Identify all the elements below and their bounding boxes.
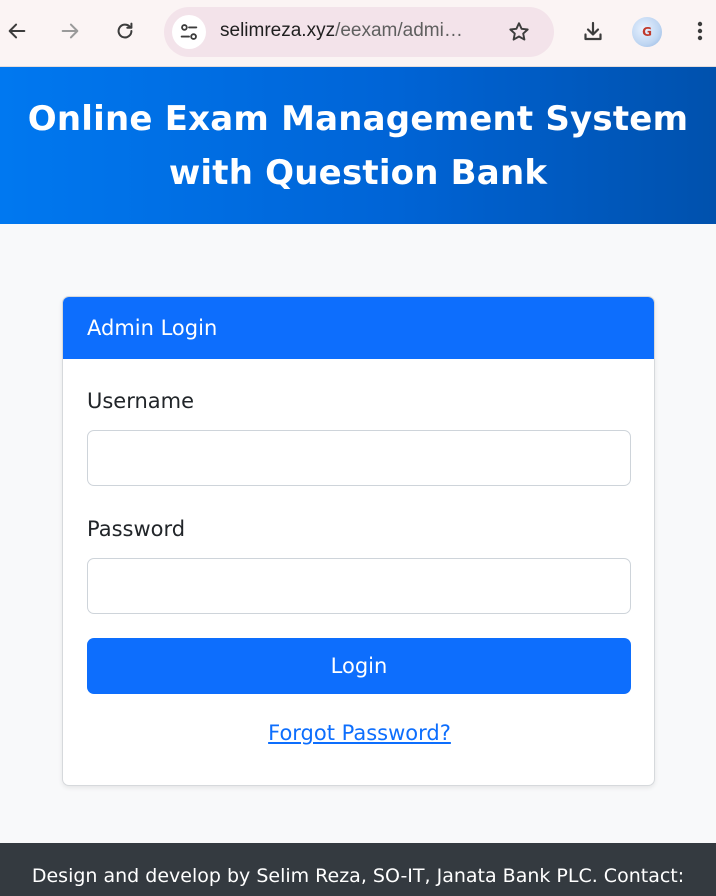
arrow-right-icon — [61, 23, 79, 39]
menu-button[interactable] — [684, 14, 716, 48]
address-bar[interactable]: selimreza.xyz/eexam/admi… — [164, 7, 554, 57]
bookmark-button[interactable] — [502, 15, 536, 49]
forward-button[interactable] — [53, 14, 87, 48]
username-input[interactable] — [87, 430, 631, 486]
url-host: selimreza.xyz — [220, 20, 336, 41]
extension-icon[interactable]: G — [632, 17, 662, 47]
download-button[interactable] — [576, 14, 610, 48]
page-title: Online Exam Management System with Quest… — [27, 98, 689, 193]
page-footer: Design and develop by Selim Reza, SO-IT,… — [0, 843, 716, 896]
card-header: Admin Login — [63, 297, 654, 359]
url-text[interactable]: selimreza.xyz/eexam/admi… — [220, 20, 463, 42]
site-info-button[interactable] — [172, 15, 206, 49]
reload-button[interactable] — [108, 14, 142, 48]
password-label: Password — [87, 517, 186, 541]
login-card: Admin Login Username Password Login Forg… — [62, 296, 655, 786]
url-path: /eexam/admi… — [335, 20, 463, 41]
download-icon — [584, 21, 602, 41]
kebab-menu-icon — [697, 21, 703, 41]
password-input[interactable] — [87, 558, 631, 614]
username-label: Username — [87, 389, 195, 413]
page-header: Online Exam Management System with Quest… — [0, 67, 716, 224]
login-button[interactable]: Login — [87, 638, 631, 694]
forgot-password-link[interactable]: Forgot Password? — [268, 721, 451, 745]
reload-icon — [117, 22, 133, 39]
back-button[interactable] — [0, 14, 34, 48]
footer-text: Design and develop by Selim Reza, SO-IT,… — [31, 865, 685, 887]
forgot-password-container: Forgot Password? — [63, 721, 654, 745]
tune-icon — [180, 24, 198, 40]
arrow-left-icon — [8, 23, 26, 39]
browser-toolbar: selimreza.xyz/eexam/admi… G — [0, 0, 716, 67]
star-icon — [509, 22, 529, 41]
card-title: Admin Login — [87, 316, 218, 340]
